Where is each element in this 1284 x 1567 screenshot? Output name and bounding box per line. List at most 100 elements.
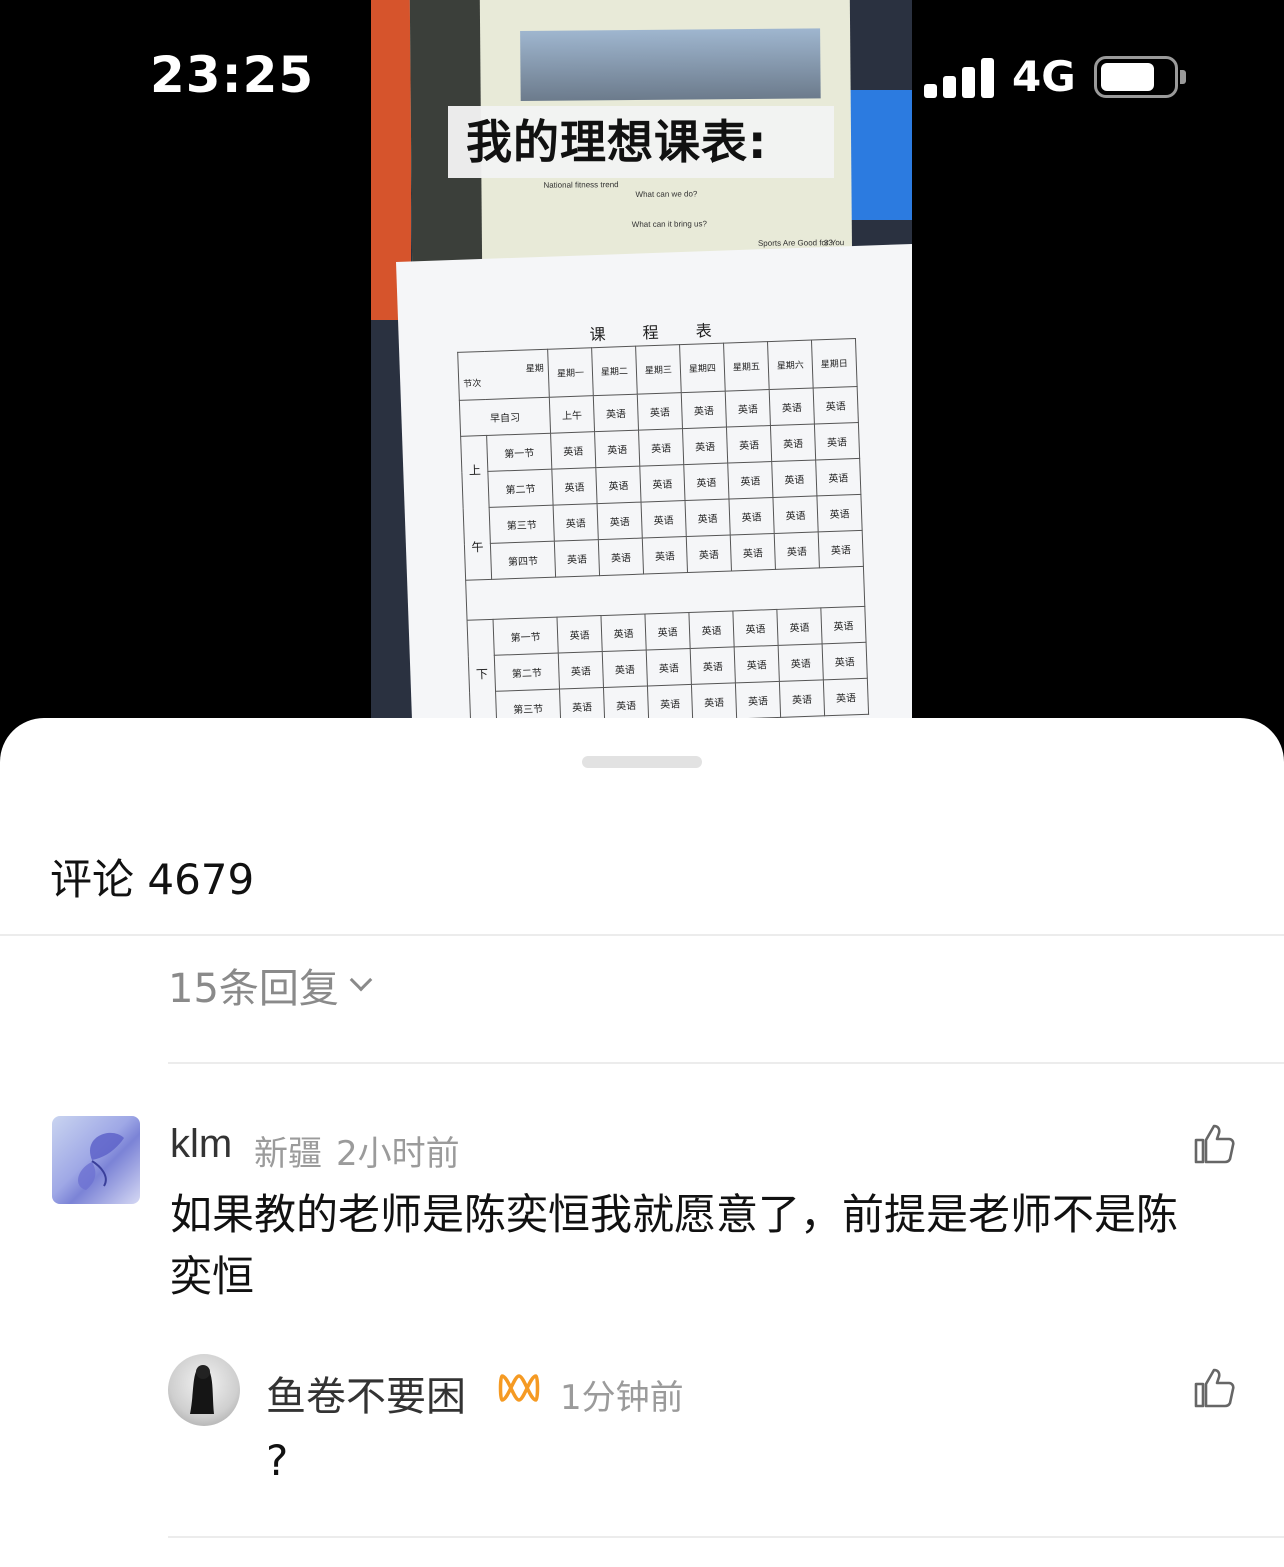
schedule-cell: 英语 <box>686 535 732 573</box>
morning-rows: 上午第一节 英语 英语 英语 英语 英语 英语 英语 第二节 英语 英语 英语 英语 英语 英语 英语 第三节英… <box>460 422 864 581</box>
video-overlay-title: 我的理想课表: <box>448 106 834 178</box>
battery-cap <box>1180 70 1186 84</box>
period-label: 早自习 <box>459 397 551 437</box>
schedule-cell: 英语 <box>734 645 780 683</box>
schedule-table: 星期 节次 星期一 星期二 星期三 星期四 星期五 星期六 星期日 早自习 上午… <box>457 338 869 729</box>
status-time: 23:25 <box>150 46 315 104</box>
schedule-cell: 英语 <box>683 463 729 501</box>
schedule-cell: 英语 <box>728 497 775 536</box>
period-label: 第一节 <box>486 433 552 472</box>
background-object <box>841 90 912 220</box>
schedule-cell: 英语 <box>813 386 859 424</box>
schedule-cell: 英语 <box>732 609 779 647</box>
schedule-cell: 英语 <box>691 682 737 721</box>
comments-panel: 评论 4679 15条回复 klm 新疆 2小时前 如果教的老师是陈奕恒我就愿意… <box>0 718 1284 1567</box>
schedule-cell: 英语 <box>770 423 816 462</box>
schedule-cell: 英语 <box>822 642 868 680</box>
period-label: 第四节 <box>490 541 556 580</box>
schedule-cell: 英语 <box>818 530 864 568</box>
schedule-cell: 英语 <box>681 391 727 429</box>
replies-label: 15条回复 <box>168 966 339 1012</box>
schedule-corner: 星期 节次 <box>457 349 550 401</box>
schedule-cell: 英语 <box>816 494 863 532</box>
day-header: 星期日 <box>811 338 858 389</box>
schedule-cell: 英语 <box>595 466 642 504</box>
comment-text[interactable]: 如果教的老师是陈奕恒我就愿意了，前提是老师不是陈奕恒 <box>170 1184 1210 1308</box>
thumbs-up-icon[interactable] <box>1192 1366 1236 1410</box>
signal-bar <box>981 58 994 98</box>
schedule-cell: 英语 <box>554 539 600 578</box>
schedule-cell: 英语 <box>597 502 643 540</box>
network-type: 4G <box>1012 52 1076 101</box>
schedule-sheet: 课 程 表 星期 节次 星期一 星期二 星期三 星期四 星期五 星期六 星期日 <box>396 243 912 760</box>
schedule-cell: 英语 <box>593 394 639 432</box>
period-label: 第三节 <box>489 505 555 544</box>
video-frame: National fitness trend What can we do? W… <box>371 0 912 760</box>
schedule-cell: 英语 <box>730 533 776 571</box>
schedule-cell: 英语 <box>688 610 735 649</box>
schedule-cell: 上午 <box>549 395 595 434</box>
schedule-cell: 英语 <box>769 388 815 426</box>
comment-username[interactable]: klm <box>170 1122 232 1167</box>
schedule-cell: 英语 <box>774 531 820 570</box>
day-header: 星期四 <box>679 343 726 393</box>
day-header: 星期六 <box>767 340 814 390</box>
schedule-cell: 英语 <box>644 612 691 651</box>
thumbs-up-icon[interactable] <box>1192 1122 1236 1166</box>
day-header: 星期五 <box>723 341 770 392</box>
schedule-cell: 英语 <box>820 606 867 644</box>
comment-location: 新疆 <box>254 1134 322 1174</box>
half-day-label-top: 上 <box>468 462 482 478</box>
schedule-cell: 英语 <box>823 678 869 716</box>
avatar[interactable] <box>52 1116 140 1204</box>
drag-handle[interactable] <box>582 756 702 768</box>
schedule-cell: 英语 <box>814 422 860 460</box>
book-text-question1: What can we do? <box>635 189 698 199</box>
schedule-cell: 英语 <box>779 679 825 718</box>
schedule-cell: 英语 <box>726 425 772 464</box>
schedule-cell: 英语 <box>647 684 693 722</box>
book-text-question2: What can it bring us? <box>631 219 707 229</box>
day-header: 星期三 <box>635 344 682 395</box>
comment-username[interactable]: 鱼卷不要困 <box>266 1364 466 1422</box>
signal-bar <box>924 84 937 98</box>
schedule-cell: 英语 <box>690 646 736 685</box>
divider <box>0 934 1284 936</box>
battery-icon <box>1094 56 1178 98</box>
schedule-cell: 英语 <box>553 503 599 542</box>
schedule-cell: 英语 <box>638 428 684 467</box>
schedule-cell: 英语 <box>637 392 683 431</box>
schedule-cell: 英语 <box>771 459 817 498</box>
divider <box>168 1062 1284 1064</box>
half-day-label-top: 下 <box>475 667 489 682</box>
divider <box>168 1536 1284 1538</box>
schedule-cell: 英语 <box>682 427 728 465</box>
video-player[interactable]: National fitness trend What can we do? W… <box>0 0 1284 760</box>
comment-time: 1分钟前 <box>560 1378 684 1418</box>
schedule-cell: 英语 <box>594 430 640 468</box>
battery-fill <box>1101 63 1154 91</box>
schedule-cell: 英语 <box>602 650 648 688</box>
schedule-cell: 英语 <box>551 467 598 506</box>
infinity-badge-icon <box>498 1374 540 1402</box>
schedule-cell: 英语 <box>815 458 861 496</box>
signal-bar <box>962 67 975 98</box>
schedule-cell: 英语 <box>550 431 596 470</box>
schedule-cell: 英语 <box>558 651 604 690</box>
avatar[interactable] <box>168 1354 240 1426</box>
schedule-cell: 英语 <box>600 614 647 652</box>
afternoon-rows: 下第一节 英语 英语 英语 英语 英语 英语 英语 第二节 英语 英语 英语 英语 英语 英语 英语 第三节 英语… <box>467 606 869 729</box>
replies-toggle[interactable]: 15条回复 <box>168 956 373 1014</box>
schedule-cell: 英语 <box>776 607 823 646</box>
half-day-label: 下 <box>467 619 497 729</box>
schedule-cell: 英语 <box>641 500 687 539</box>
comments-title: 评论 4679 <box>50 855 255 904</box>
comment-text[interactable]: ? <box>266 1430 288 1492</box>
schedule-cell: 英语 <box>725 389 771 428</box>
period-label: 第一节 <box>493 617 559 656</box>
period-label: 第二节 <box>487 469 554 508</box>
day-header: 星期一 <box>547 347 594 398</box>
book-text-fitness: National fitness trend <box>543 180 619 190</box>
schedule-cell: 英语 <box>639 464 686 503</box>
schedule-cell: 英语 <box>642 536 688 575</box>
